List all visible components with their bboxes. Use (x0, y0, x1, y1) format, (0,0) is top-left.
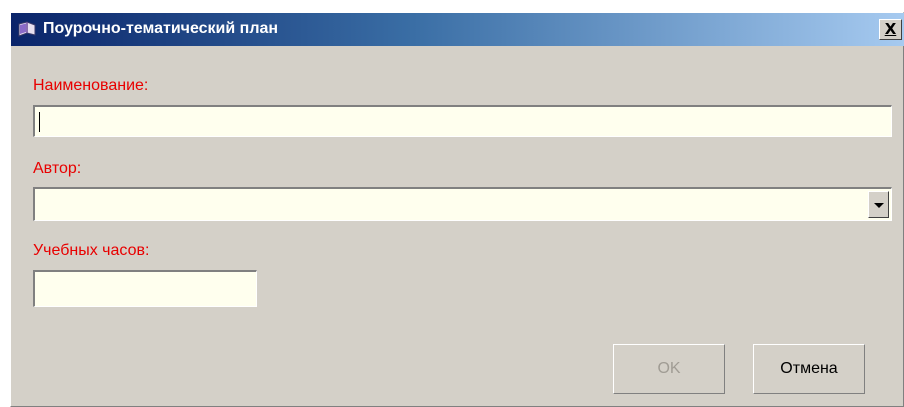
name-input[interactable] (33, 105, 892, 137)
text-caret (39, 112, 40, 132)
dialog-title: Поурочно-тематический план (43, 20, 279, 37)
hours-input[interactable] (33, 270, 257, 307)
chevron-down-icon[interactable] (868, 191, 889, 218)
ok-button[interactable]: OK (613, 344, 725, 394)
author-combobox[interactable] (33, 187, 892, 221)
close-button[interactable]: X (879, 19, 902, 40)
cancel-button[interactable]: Отмена (753, 344, 865, 394)
dialog-window: Поурочно-тематический план X Наименовани… (10, 12, 904, 407)
book-icon (17, 20, 37, 38)
name-label: Наименование: (33, 77, 149, 94)
title-bar[interactable]: Поурочно-тематический план X (11, 13, 904, 46)
author-label: Автор: (33, 160, 82, 177)
hours-label: Учебных часов: (33, 242, 150, 259)
